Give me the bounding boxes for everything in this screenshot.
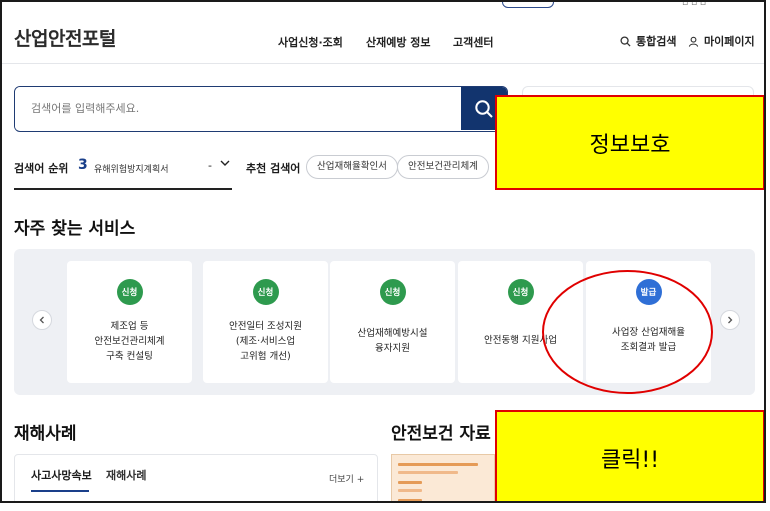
- chevron-left-icon: [39, 316, 44, 324]
- site-header: 산업안전포털 사업신청·조회 산재예방 정보 고객센터 통합검색 마이페이지: [2, 12, 764, 64]
- language-link[interactable]: ▫ ▫ ▫: [682, 2, 706, 8]
- browser-frame: ▫ ▫ ▫ 산업안전포털 사업신청·조회 산재예방 정보 고객센터 통합검색 마…: [0, 0, 766, 503]
- search-icon: [475, 99, 493, 118]
- mypage-label: 마이페이지: [704, 35, 755, 48]
- service-label: 고위험 개선): [240, 351, 291, 362]
- service-label: 융자지원: [375, 343, 410, 354]
- top-utility-strip: ▫ ▫ ▫: [2, 2, 764, 12]
- mypage-button[interactable]: 마이페이지: [688, 33, 755, 49]
- service-badge: 신청: [116, 279, 143, 305]
- cases-title: 재해사례: [14, 424, 77, 444]
- service-card[interactable]: 신청 안전일터 조성지원 (제조·서비스업 고위험 개선): [203, 261, 328, 383]
- recommended-chip[interactable]: 안전보건관리체계: [397, 155, 489, 179]
- site-logo[interactable]: 산업안전포털: [14, 24, 116, 51]
- service-card[interactable]: 신청 산업재해예방시설 융자지원: [330, 261, 455, 383]
- annotation-info-protection: 정보보호: [495, 95, 764, 190]
- ranking-change: -: [208, 159, 212, 172]
- search-input[interactable]: [15, 87, 461, 130]
- ranking-keyword[interactable]: 유해위험방지계획서: [94, 162, 169, 175]
- user-icon: [688, 36, 699, 47]
- resource-thumbnail[interactable]: [391, 454, 495, 501]
- recommended-label: 추천 검색어: [246, 162, 301, 175]
- ranking-label: 검색어 순위: [14, 162, 69, 175]
- annotation-click: 클릭!!: [495, 410, 764, 501]
- services-title: 자주 찾는 서비스: [14, 219, 136, 239]
- service-card[interactable]: 신청 제조업 등 안전보건관리체계 구축 컨설팅: [67, 261, 192, 383]
- resources-title: 안전보건 자료: [391, 424, 491, 444]
- service-badge: 신청: [252, 279, 279, 305]
- active-tab-indicator: [31, 490, 89, 492]
- recommended-chip[interactable]: 산업재해율확인서: [306, 155, 398, 179]
- carousel-prev-button[interactable]: [32, 310, 52, 330]
- service-label: (제조·서비스업: [235, 336, 296, 347]
- nav-prevention-info[interactable]: 산재예방 정보: [366, 34, 431, 50]
- service-label: 구축 컨설팅: [106, 351, 153, 362]
- service-label: 산업재해예방시설: [357, 328, 428, 339]
- nav-business-apply[interactable]: 사업신청·조회: [278, 34, 343, 50]
- service-label: 제조업 등: [110, 321, 149, 332]
- carousel-next-button[interactable]: [720, 310, 740, 330]
- top-toggle[interactable]: [502, 2, 554, 8]
- service-label: 안전일터 조성지원: [229, 321, 302, 332]
- integrated-search-button[interactable]: 통합검색: [620, 33, 676, 49]
- tab-disaster-cases[interactable]: 재해사례: [106, 467, 146, 483]
- chevron-right-icon: [728, 316, 733, 324]
- more-link[interactable]: 더보기 +: [329, 472, 364, 485]
- integrated-search-label: 통합검색: [636, 35, 677, 48]
- search-bar: [14, 86, 508, 132]
- tab-accident-news[interactable]: 사고사망속보: [31, 467, 92, 483]
- search-icon: [620, 35, 631, 47]
- chevron-down-icon[interactable]: [220, 158, 230, 168]
- service-badge: 신청: [507, 279, 534, 305]
- search-ranking[interactable]: 검색어 순위 3 유해위험방지계획서 -: [14, 152, 232, 190]
- highlight-ellipse: [542, 270, 713, 394]
- service-label: 안전보건관리체계: [94, 336, 165, 347]
- ranking-number: 3: [78, 157, 88, 173]
- service-badge: 신청: [379, 279, 406, 305]
- nav-customer-center[interactable]: 고객센터: [453, 34, 493, 50]
